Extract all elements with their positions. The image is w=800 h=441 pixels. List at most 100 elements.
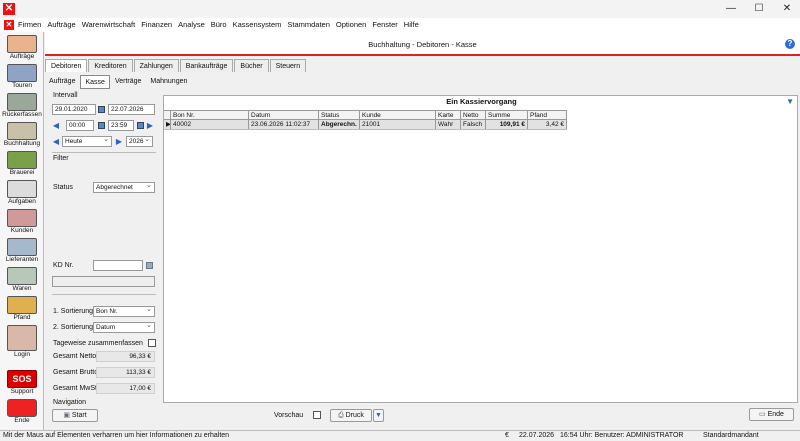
sidebar-item-support[interactable]: SOS Support xyxy=(1,369,43,397)
tab-debitoren[interactable]: Debitoren xyxy=(45,59,88,72)
sort2-select[interactable]: Datum xyxy=(93,322,155,333)
subtab-auftraege[interactable]: Aufträge xyxy=(45,75,79,89)
sidebar-label: Buchhaltung xyxy=(3,140,41,147)
druck-dropdown-icon[interactable]: ▼ xyxy=(373,409,384,422)
date-to-field[interactable]: 22.07.2026 xyxy=(108,104,155,115)
time-to-icon[interactable] xyxy=(137,122,144,129)
menu-bar: ✕ Firmen Aufträge Warenwirtschaft Finanz… xyxy=(0,18,800,32)
sidebar-item-rueckerfassen[interactable]: Rückerfassen xyxy=(1,92,43,120)
table-row[interactable]: ▶ 40002 23.06.2026 11:02:37 Abgerechn. 2… xyxy=(164,120,567,130)
druck-button[interactable]: ⎙ Druck xyxy=(330,409,372,422)
column-header[interactable]: Pfand xyxy=(528,111,567,119)
truck-icon xyxy=(7,64,37,82)
kd-field[interactable] xyxy=(93,260,143,271)
row-marker-header xyxy=(164,111,171,119)
tab-zahlungen[interactable]: Zahlungen xyxy=(133,59,179,72)
subtab-vertraege[interactable]: Verträge xyxy=(111,75,145,89)
printer-icon: ⎙ xyxy=(338,412,346,419)
year-select[interactable]: 2026 xyxy=(126,136,153,147)
collapse-icon[interactable]: ▼ xyxy=(786,97,794,106)
tab-kreditoren[interactable]: Kreditoren xyxy=(88,59,133,72)
sidebar-item-auftraege[interactable]: Aufträge xyxy=(1,34,43,62)
filter-label: Filter xyxy=(53,155,69,162)
login-icon xyxy=(7,325,37,351)
suppliers-icon xyxy=(7,238,37,256)
time-from-field[interactable]: 00:00 xyxy=(66,120,94,131)
subtab-kasse[interactable]: Kasse xyxy=(80,75,110,89)
menu-stammdaten[interactable]: Stammdaten xyxy=(287,20,330,29)
ende-button[interactable]: ▭ Ende xyxy=(749,408,794,421)
menu-analyse[interactable]: Analyse xyxy=(178,20,205,29)
navigation-label: Navigation xyxy=(53,399,87,406)
menu-finanzen[interactable]: Finanzen xyxy=(141,20,172,29)
sidebar-item-brauerei[interactable]: Brauerei xyxy=(1,150,43,178)
preset-prev-arrow-icon[interactable]: ◀ xyxy=(52,136,60,147)
menu-buero[interactable]: Büro xyxy=(211,20,227,29)
menu-fenster[interactable]: Fenster xyxy=(372,20,397,29)
menu-auftraege[interactable]: Aufträge xyxy=(47,20,75,29)
column-header[interactable]: Bon Nr. xyxy=(171,111,249,119)
time-next-arrow-icon[interactable]: ▶ xyxy=(146,120,154,131)
status-select[interactable]: Abgerechnet xyxy=(93,182,155,193)
time-prev-arrow-icon[interactable]: ◀ xyxy=(52,120,60,131)
column-header[interactable]: Datum xyxy=(249,111,319,119)
sidebar-label: Brauerei xyxy=(9,169,35,176)
kd-lookup-icon[interactable] xyxy=(146,262,153,269)
menu-firmen[interactable]: Firmen xyxy=(18,20,41,29)
close-button[interactable]: ✕ xyxy=(774,0,800,18)
customers-icon xyxy=(7,209,37,227)
sidebar-item-waren[interactable]: Waren xyxy=(1,266,43,294)
menu-kassensystem[interactable]: Kassensystem xyxy=(233,20,282,29)
column-header[interactable]: Kunde xyxy=(360,111,436,119)
year-prev-arrow-icon[interactable]: ▶ xyxy=(115,136,123,147)
sidebar-label: Pfand xyxy=(13,314,31,321)
time-from-icon[interactable] xyxy=(98,122,105,129)
druck-button-label: Druck xyxy=(345,412,364,419)
menu-warenwirtschaft[interactable]: Warenwirtschaft xyxy=(82,20,136,29)
sidebar-label: Waren xyxy=(12,285,32,292)
sub-tabs: Aufträge Kasse Verträge Mahnungen xyxy=(45,75,192,89)
sort1-select[interactable]: Bon Nr. xyxy=(93,306,155,317)
sidebar-item-lieferanten[interactable]: Lieferanten xyxy=(1,237,43,265)
tab-steuern[interactable]: Steuern xyxy=(269,59,307,72)
menu-hilfe[interactable]: Hilfe xyxy=(404,20,419,29)
page-title: Buchhaltung - Debitoren - Kasse xyxy=(368,40,477,49)
sidebar-item-kunden[interactable]: Kunden xyxy=(1,208,43,236)
gesamt-mwst-label: Gesamt MwSt. xyxy=(53,385,99,392)
start-button[interactable]: ▣ Start xyxy=(52,409,98,422)
subtab-mahnungen[interactable]: Mahnungen xyxy=(146,75,191,89)
cell-pfand: 3,42 € xyxy=(528,120,567,129)
daily-summary-label: Tageweise zusammenfassen xyxy=(53,340,143,347)
date-from-field[interactable]: 29.01.2020 xyxy=(52,104,96,115)
cell-summe: 109,91 € xyxy=(486,120,528,129)
calendar-from-icon[interactable] xyxy=(98,106,105,113)
intervall-label: Intervall xyxy=(53,92,78,99)
tab-bankauftraege[interactable]: Bankaufträge xyxy=(179,59,234,72)
sidebar-label: Login xyxy=(14,351,30,358)
maximize-button[interactable]: ☐ xyxy=(746,0,772,18)
sidebar-item-touren[interactable]: Touren xyxy=(1,63,43,91)
tab-buecher[interactable]: Bücher xyxy=(234,59,269,72)
app-menu-icon[interactable]: ✕ xyxy=(4,20,14,30)
sidebar-item-aufgaben[interactable]: Aufgaben xyxy=(1,179,43,207)
column-header[interactable]: Status xyxy=(319,111,360,119)
sidebar-item-pfand[interactable]: Pfand xyxy=(1,295,43,323)
help-icon[interactable]: ? xyxy=(785,39,795,49)
daily-summary-checkbox[interactable] xyxy=(148,339,156,347)
app-logo-icon: ✕ xyxy=(3,3,15,15)
sidebar-item-buchhaltung[interactable]: Buchhaltung xyxy=(1,121,43,149)
sidebar-item-login[interactable]: Login xyxy=(1,324,43,360)
deposit-icon xyxy=(7,296,37,314)
return-icon xyxy=(7,93,37,111)
column-header[interactable]: Summe xyxy=(486,111,528,119)
brewery-icon xyxy=(7,151,37,169)
minimize-button[interactable]: — xyxy=(718,0,744,18)
kassiervorgang-grid: Ein Kassiervorgang ▼ Bon Nr. Datum Statu… xyxy=(163,95,798,403)
vorschau-checkbox[interactable] xyxy=(313,411,321,419)
menu-optionen[interactable]: Optionen xyxy=(336,20,366,29)
time-to-field[interactable]: 23:59 xyxy=(108,120,134,131)
column-header[interactable]: Karte xyxy=(436,111,461,119)
preset-select[interactable]: Heute xyxy=(62,136,112,147)
column-header[interactable]: Netto xyxy=(461,111,486,119)
sidebar-item-ende[interactable]: Ende xyxy=(1,398,43,426)
